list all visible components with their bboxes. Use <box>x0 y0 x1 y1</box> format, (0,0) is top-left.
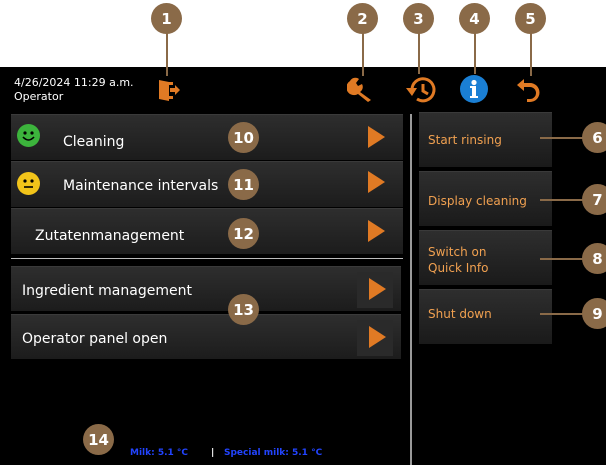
footer-separator: | <box>211 448 215 458</box>
callout-11: 11 <box>228 169 259 200</box>
callout-9: 9 <box>582 298 606 329</box>
operator-panel-open-label: Operator panel open <box>22 331 168 347</box>
back-icon[interactable] <box>515 76 543 108</box>
display-cleaning-label: Display cleaning <box>428 194 527 208</box>
cleaning-button[interactable]: Cleaning <box>11 114 403 160</box>
history-icon[interactable] <box>403 74 437 110</box>
maintenance-intervals-button[interactable]: Maintenance intervals <box>11 161 403 207</box>
callout-2: 2 <box>347 3 378 34</box>
callout-6: 6 <box>582 122 606 153</box>
shut-down-label: Shut down <box>428 307 492 321</box>
start-rinsing-label: Start rinsing <box>428 133 502 147</box>
callout-leader <box>362 28 364 76</box>
callout-leader <box>418 28 420 74</box>
play-arrow-icon[interactable] <box>368 126 385 148</box>
status-warning-icon <box>17 172 40 195</box>
special-milk-temperature: Special milk: 5.1 °C <box>224 448 323 458</box>
ingredient-management-button[interactable]: Ingredient management <box>11 266 401 311</box>
callout-leader <box>530 28 532 76</box>
callout-1: 1 <box>151 3 182 34</box>
ingredient-management-label: Ingredient management <box>22 283 192 299</box>
callout-3: 3 <box>403 3 434 34</box>
callout-leader <box>166 28 168 76</box>
cleaning-label: Cleaning <box>63 134 125 150</box>
callout-10: 10 <box>228 122 259 153</box>
milk-temperature: Milk: 5.1 °C <box>130 448 189 458</box>
zutatenmanagement-button[interactable]: Zutatenmanagement <box>11 208 403 254</box>
play-arrow-icon[interactable] <box>369 326 386 348</box>
datetime-label: 4/26/2024 11:29 a.m. <box>14 76 134 89</box>
maintenance-intervals-label: Maintenance intervals <box>63 178 219 194</box>
operator-panel-open-button[interactable]: Operator panel open <box>11 314 401 359</box>
callout-5: 5 <box>515 3 546 34</box>
logout-icon[interactable] <box>155 77 181 107</box>
display-cleaning-button[interactable]: Display cleaning <box>419 171 552 226</box>
callout-4: 4 <box>459 3 490 34</box>
column-divider <box>410 114 412 465</box>
start-rinsing-button[interactable]: Start rinsing <box>419 112 552 167</box>
user-label: Operator <box>14 90 64 103</box>
callout-7: 7 <box>582 184 606 215</box>
shut-down-button[interactable]: Shut down <box>419 289 552 344</box>
play-arrow-icon[interactable] <box>368 220 385 242</box>
section-divider <box>11 258 403 259</box>
info-icon[interactable] <box>459 74 489 108</box>
callout-13: 13 <box>228 294 259 325</box>
quick-info-button[interactable]: Switch on Quick Info <box>419 230 552 285</box>
play-arrow-icon[interactable] <box>369 278 386 300</box>
callout-leader <box>474 28 476 74</box>
play-arrow-icon[interactable] <box>368 171 385 193</box>
quick-info-label-line2: Quick Info <box>428 261 489 275</box>
callout-12: 12 <box>228 218 259 249</box>
quick-info-label-line1: Switch on <box>428 245 487 259</box>
callout-14: 14 <box>83 424 114 455</box>
wrench-icon[interactable] <box>346 76 375 108</box>
callout-8: 8 <box>582 243 606 274</box>
status-ok-icon <box>17 124 40 147</box>
zutatenmanagement-label: Zutatenmanagement <box>35 228 185 244</box>
